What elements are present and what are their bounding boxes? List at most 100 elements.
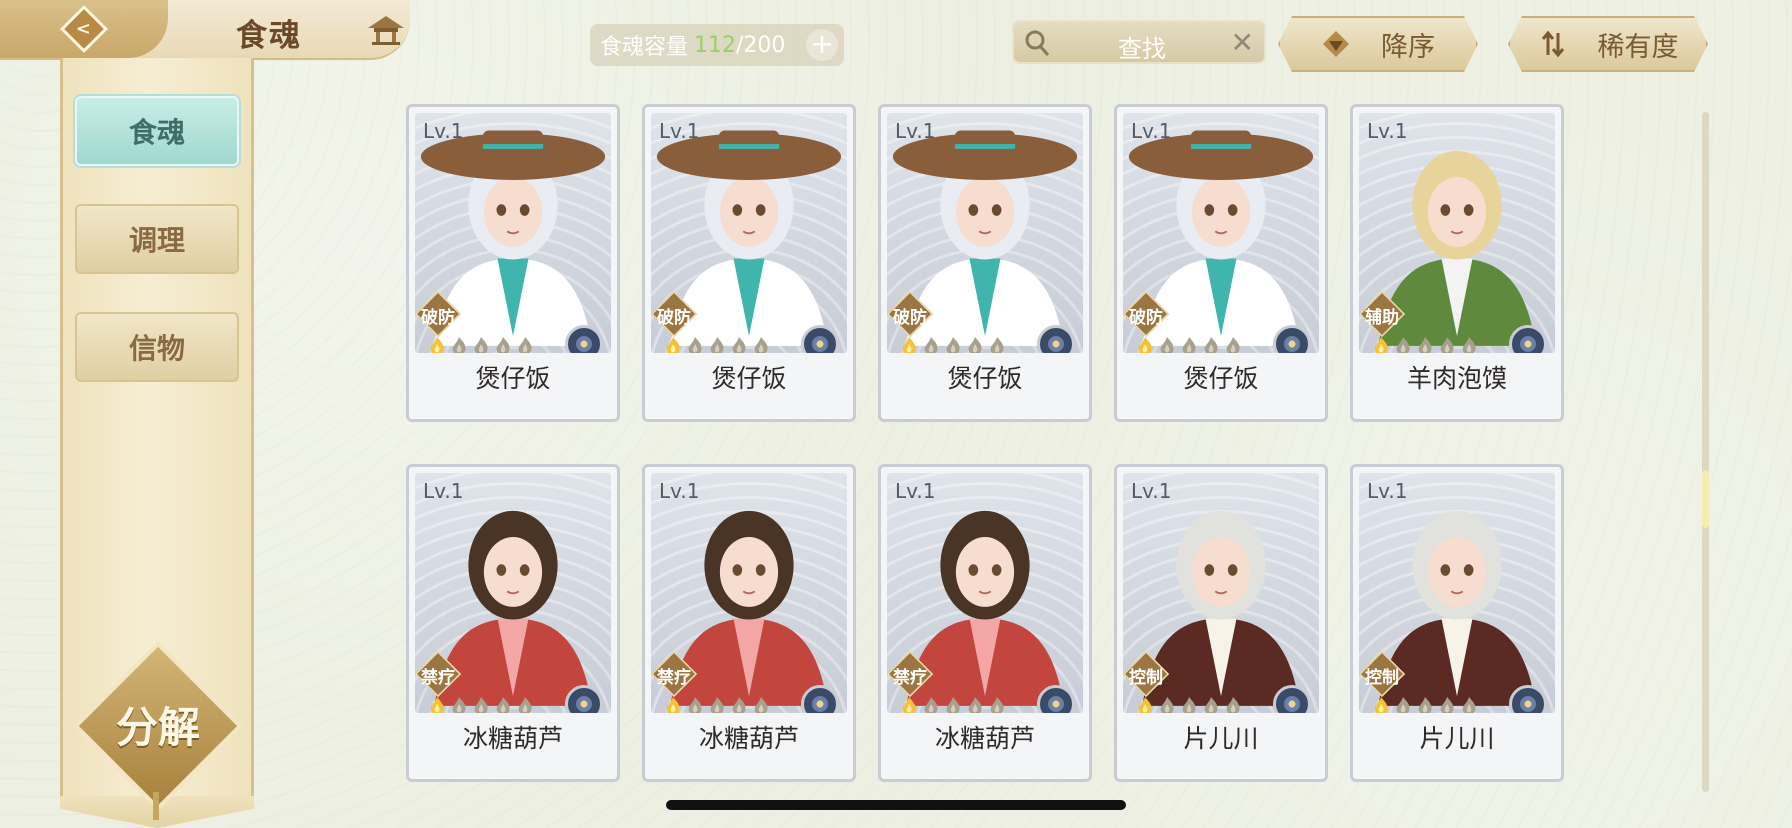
- card-name: 冰糖葫芦: [698, 724, 799, 753]
- character-art: Lv.1 控制: [1359, 473, 1555, 713]
- star-rating: [1135, 695, 1243, 713]
- capacity-max: /200: [736, 32, 786, 58]
- card-name: 煲仔饭: [475, 364, 551, 393]
- clear-search-button[interactable]: ✕: [1231, 26, 1254, 59]
- card-name: 冰糖葫芦: [934, 724, 1035, 753]
- flame-star-empty-icon: [452, 697, 466, 713]
- sort-rarity-label: 稀有度: [1597, 31, 1679, 63]
- role-label: 破防: [421, 308, 455, 328]
- soul-card[interactable]: Lv.1 控制 片儿川: [1350, 464, 1564, 782]
- role-badge: 控制: [1359, 650, 1406, 698]
- home-indicator[interactable]: [666, 800, 1126, 810]
- role-label: 禁疗: [893, 668, 927, 688]
- flame-star-empty-icon: [1396, 337, 1410, 353]
- card-level: Lv.1: [895, 479, 936, 503]
- soul-card[interactable]: Lv.1 破防 煲仔饭: [1114, 104, 1328, 422]
- star-rating: [663, 335, 771, 353]
- card-level: Lv.1: [1367, 479, 1408, 503]
- flame-star-filled-icon: [666, 697, 680, 713]
- soul-card[interactable]: Lv.1 禁疗 冰糖葫芦: [878, 464, 1092, 782]
- character-art: Lv.1 控制: [1123, 473, 1319, 713]
- flame-star-empty-icon: [1462, 337, 1476, 353]
- sidebar-item-conditioning[interactable]: 调理: [75, 204, 239, 274]
- star-rating: [899, 695, 1007, 713]
- role-badge: 破防: [415, 290, 462, 338]
- card-level: Lv.1: [659, 479, 700, 503]
- search-input[interactable]: 查找 ✕: [1012, 20, 1266, 64]
- flame-star-empty-icon: [754, 697, 768, 713]
- soul-card[interactable]: Lv.1 控制 片儿川: [1114, 464, 1328, 782]
- flame-star-empty-icon: [990, 337, 1004, 353]
- star-rating: [899, 335, 1007, 353]
- flame-star-empty-icon: [518, 337, 532, 353]
- flame-star-filled-icon: [666, 337, 680, 353]
- flame-star-empty-icon: [474, 697, 488, 713]
- soul-card[interactable]: Lv.1 破防 煲仔饭: [642, 104, 856, 422]
- decompose-tassel: [153, 792, 159, 820]
- page-title: 食魂: [236, 18, 302, 54]
- flame-star-empty-icon: [924, 337, 938, 353]
- flame-star-filled-icon: [430, 697, 444, 713]
- character-art: Lv.1 破防: [1123, 113, 1319, 353]
- back-button[interactable]: <: [0, 0, 168, 58]
- star-rating: [1371, 335, 1479, 353]
- card-name: 冰糖葫芦: [462, 724, 563, 753]
- card-name: 片儿川: [1183, 724, 1259, 753]
- card-name: 煲仔饭: [1183, 364, 1259, 393]
- flame-star-empty-icon: [732, 697, 746, 713]
- flame-star-empty-icon: [1226, 697, 1240, 713]
- card-level: Lv.1: [1131, 119, 1172, 143]
- flame-star-empty-icon: [990, 697, 1004, 713]
- role-label: 破防: [893, 308, 927, 328]
- soul-card[interactable]: Lv.1 破防 煲仔饭: [406, 104, 620, 422]
- soul-card[interactable]: Lv.1 禁疗 冰糖葫芦: [406, 464, 620, 782]
- character-art: Lv.1 破防: [651, 113, 847, 353]
- flame-star-empty-icon: [1440, 337, 1454, 353]
- role-badge: 控制: [1123, 650, 1170, 698]
- flame-star-empty-icon: [1160, 337, 1174, 353]
- flame-star-empty-icon: [710, 337, 724, 353]
- card-level: Lv.1: [895, 119, 936, 143]
- flame-star-empty-icon: [452, 337, 466, 353]
- flame-star-empty-icon: [968, 337, 982, 353]
- flame-star-empty-icon: [1396, 697, 1410, 713]
- flame-star-empty-icon: [924, 697, 938, 713]
- sidebar-item-token[interactable]: 信物: [75, 312, 239, 382]
- soul-card[interactable]: Lv.1 破防 煲仔饭: [878, 104, 1092, 422]
- card-level: Lv.1: [423, 479, 464, 503]
- flame-star-empty-icon: [1182, 697, 1196, 713]
- flame-star-empty-icon: [688, 337, 702, 353]
- card-name: 羊肉泡馍: [1406, 364, 1507, 393]
- flame-star-filled-icon: [902, 697, 916, 713]
- sidebar-item-label: 信物: [128, 332, 185, 365]
- sidebar-item-soul[interactable]: 食魂: [75, 96, 239, 166]
- decompose-label[interactable]: 分解: [98, 694, 218, 755]
- role-label: 破防: [1129, 308, 1163, 328]
- character-art: Lv.1 破防: [887, 113, 1083, 353]
- flame-star-empty-icon: [1418, 697, 1432, 713]
- add-capacity-button[interactable]: +: [806, 29, 838, 61]
- flame-star-empty-icon: [1226, 337, 1240, 353]
- scroll-thumb[interactable]: [1702, 470, 1709, 528]
- flame-star-filled-icon: [1374, 697, 1388, 713]
- flame-star-empty-icon: [518, 697, 532, 713]
- scrollbar[interactable]: [1702, 112, 1709, 792]
- flame-star-empty-icon: [754, 337, 768, 353]
- sort-order-label: 降序: [1381, 31, 1435, 63]
- role-label: 禁疗: [657, 668, 691, 688]
- card-name: 煲仔饭: [711, 364, 787, 393]
- flame-star-filled-icon: [430, 337, 444, 353]
- character-art: Lv.1 禁疗: [651, 473, 847, 713]
- flame-star-filled-icon: [1374, 337, 1388, 353]
- swap-arrows-icon: [1538, 29, 1568, 59]
- pavilion-icon[interactable]: [366, 14, 406, 46]
- sort-rarity-button[interactable]: 稀有度: [1508, 16, 1708, 72]
- soul-card[interactable]: Lv.1 禁疗 冰糖葫芦: [642, 464, 856, 782]
- character-art: Lv.1 禁疗: [887, 473, 1083, 713]
- soul-card[interactable]: Lv.1 辅助 羊肉泡馍: [1350, 104, 1564, 422]
- sort-order-button[interactable]: 降序: [1278, 16, 1478, 72]
- star-rating: [427, 335, 535, 353]
- flame-star-empty-icon: [710, 697, 724, 713]
- flame-star-empty-icon: [1418, 337, 1432, 353]
- role-label: 控制: [1365, 668, 1399, 688]
